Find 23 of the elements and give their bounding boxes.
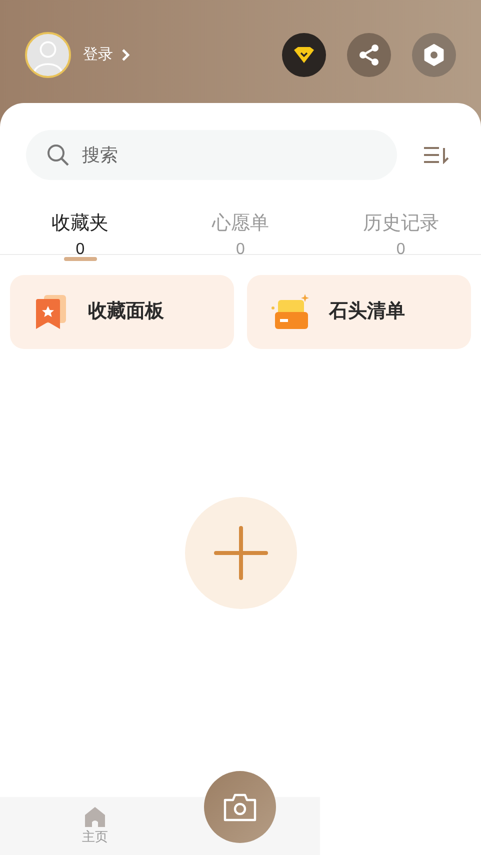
avatar[interactable]: [25, 32, 71, 78]
plus-icon: [214, 526, 268, 580]
box-icon: [271, 294, 309, 330]
home-icon: [84, 807, 106, 827]
login-link[interactable]: 登录: [83, 44, 130, 66]
sort-icon[interactable]: [423, 146, 449, 164]
shortcut-card[interactable]: 石头清单: [247, 275, 471, 349]
bookmark-icon: [34, 294, 68, 330]
shortcut-card[interactable]: 收藏面板: [10, 275, 234, 349]
vip-button[interactable]: [282, 33, 326, 77]
camera-icon: [222, 791, 258, 823]
share-icon: [358, 44, 380, 66]
tab[interactable]: 心愿单 0: [160, 212, 321, 261]
tab[interactable]: 历史记录 0: [320, 212, 481, 261]
share-button[interactable]: [347, 33, 391, 77]
search-field[interactable]: 搜索: [26, 130, 397, 180]
chevron-icon: [121, 48, 130, 62]
diamond-icon: [293, 47, 315, 63]
settings-icon: [423, 44, 445, 66]
search-icon: [46, 143, 70, 167]
settings-button[interactable]: [412, 33, 456, 77]
tab[interactable]: 收藏夹 0: [0, 212, 160, 261]
nav-tab[interactable]: 主页: [82, 797, 108, 855]
